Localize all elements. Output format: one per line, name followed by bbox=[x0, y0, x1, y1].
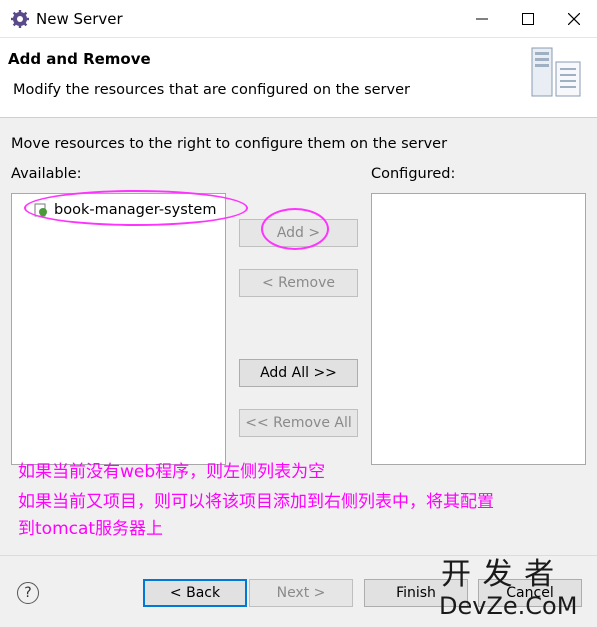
instruction-text: Move resources to the right to configure… bbox=[11, 136, 448, 152]
close-button[interactable] bbox=[551, 0, 597, 38]
highlight-circle-project bbox=[24, 190, 248, 226]
watermark-top: 开 发 者 bbox=[441, 557, 556, 592]
annotation-line-1: 如果当前没有web程序，则左侧列表为空 bbox=[18, 462, 326, 482]
back-button[interactable]: < Back bbox=[143, 579, 247, 607]
page-description: Modify the resources that are configured… bbox=[13, 82, 410, 98]
add-all-button[interactable]: Add All >> bbox=[239, 359, 358, 387]
annotation-line-3: 到tomcat服务器上 bbox=[18, 519, 164, 539]
configured-label: Configured: bbox=[371, 166, 456, 182]
minimize-icon bbox=[476, 18, 488, 20]
server-icon bbox=[531, 47, 581, 97]
minimize-button[interactable] bbox=[459, 0, 505, 38]
close-icon bbox=[568, 13, 580, 25]
highlight-circle-add bbox=[261, 208, 329, 250]
page-title: Add and Remove bbox=[8, 50, 151, 68]
maximize-button[interactable] bbox=[505, 0, 551, 38]
eclipse-gear-icon bbox=[11, 10, 29, 28]
next-button[interactable]: Next > bbox=[249, 579, 353, 607]
available-list[interactable]: book-manager-system bbox=[11, 193, 226, 465]
annotation-line-2: 如果当前又项目，则可以将该项目添加到右侧列表中，将其配置 bbox=[18, 492, 494, 512]
remove-button[interactable]: < Remove bbox=[239, 269, 358, 297]
remove-all-button[interactable]: << Remove All bbox=[239, 409, 358, 437]
help-icon[interactable]: ? bbox=[17, 582, 39, 604]
window-title: New Server bbox=[36, 10, 123, 28]
configured-list[interactable] bbox=[371, 193, 586, 465]
available-label: Available: bbox=[11, 166, 82, 182]
maximize-icon bbox=[522, 13, 534, 25]
watermark-bottom: DevZe.CoM bbox=[439, 592, 578, 620]
